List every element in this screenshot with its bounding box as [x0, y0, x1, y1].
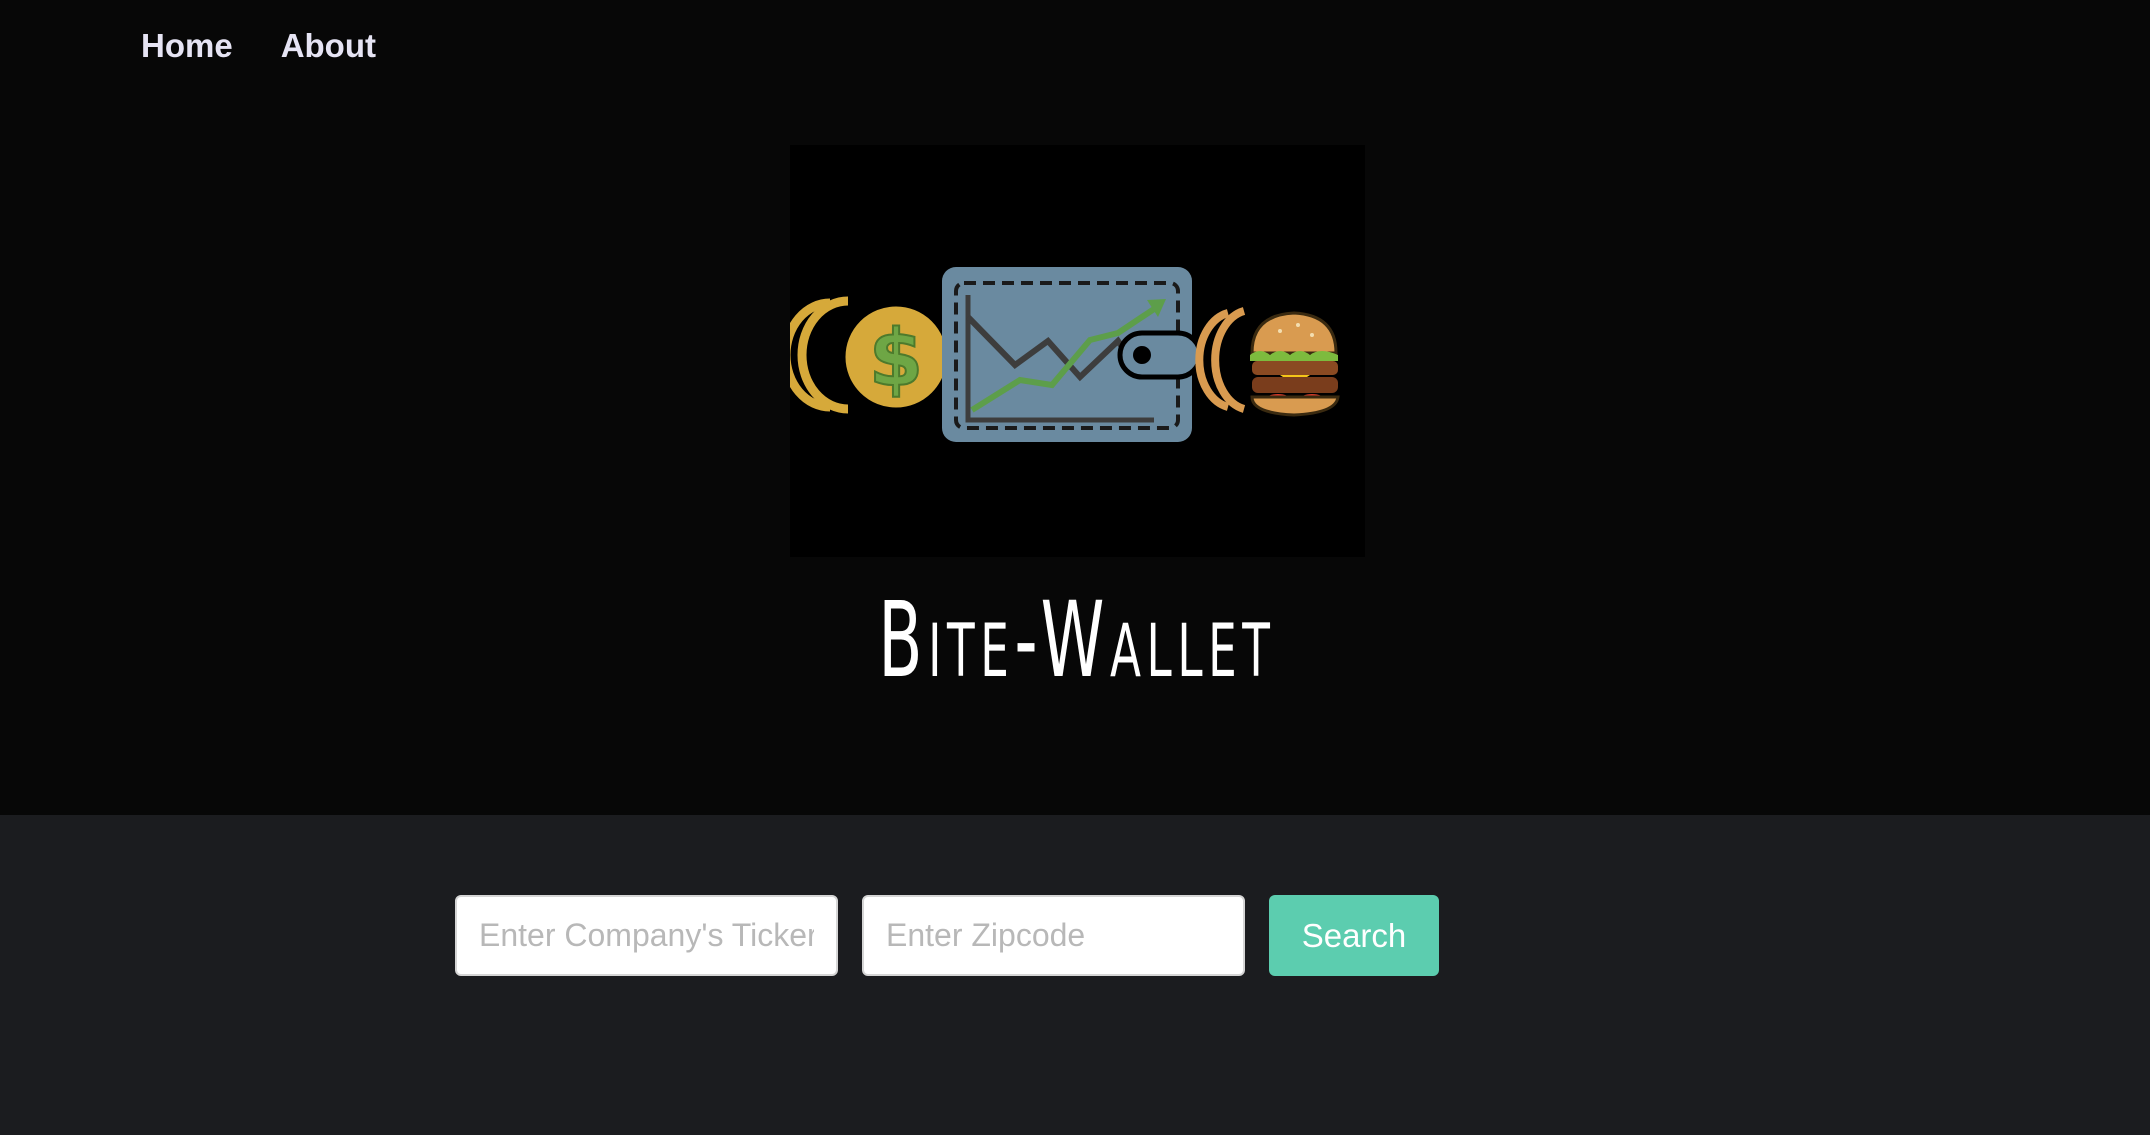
top-nav: Home About [141, 24, 376, 68]
brand-title: Bite-Wallet [878, 579, 1276, 701]
zipcode-input[interactable] [862, 895, 1245, 976]
search-form: Search [455, 895, 1439, 976]
nav-link-home[interactable]: Home [141, 24, 233, 68]
search-button[interactable]: Search [1269, 895, 1439, 976]
ticker-input[interactable] [455, 895, 838, 976]
svg-text:$: $ [869, 314, 923, 404]
brand-logo: $ [790, 145, 1365, 557]
nav-link-about[interactable]: About [281, 24, 376, 68]
wallet-chart-icon [942, 267, 1203, 442]
hero-section: Home About $ Bite-Wallet [0, 0, 2150, 815]
coin-dollar-icon: $ [790, 296, 950, 414]
hamburger-icon [1195, 307, 1340, 417]
